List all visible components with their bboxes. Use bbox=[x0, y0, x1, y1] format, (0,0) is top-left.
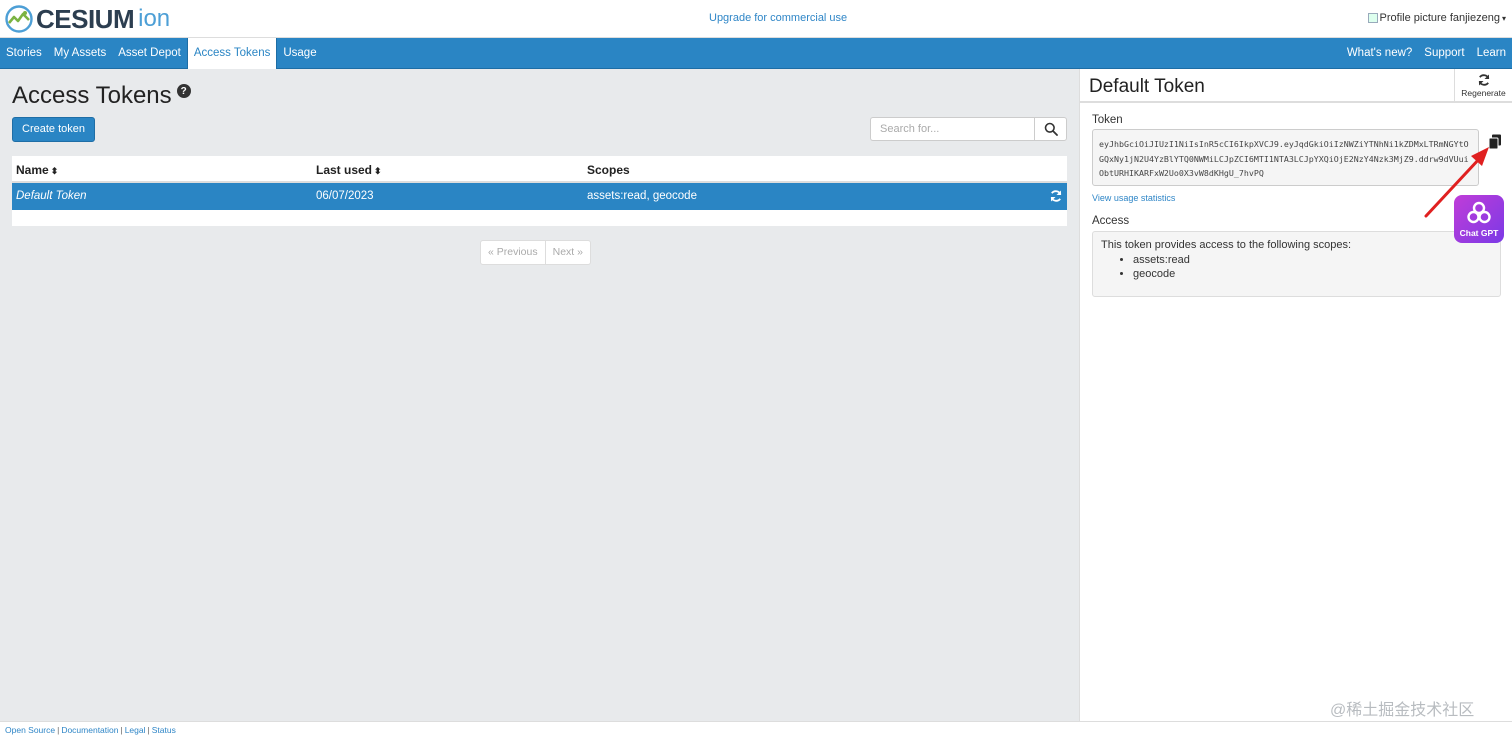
next-page-button[interactable]: Next » bbox=[545, 240, 591, 265]
column-header-scopes: Scopes bbox=[587, 163, 630, 177]
footer-separator: | bbox=[147, 725, 150, 735]
token-value-field[interactable]: eyJhbGciOiJIUzI1NiIsInR5cCI6IkpXVCJ9.eyJ… bbox=[1092, 129, 1479, 186]
cesium-ion-logo[interactable]: CESIUM ion bbox=[5, 5, 170, 33]
search-button[interactable] bbox=[1034, 117, 1067, 141]
refresh-icon[interactable] bbox=[1049, 189, 1063, 203]
token-label: Token bbox=[1092, 114, 1123, 126]
list-item: geocode bbox=[1133, 267, 1492, 281]
nav-item-asset-depot[interactable]: Asset Depot bbox=[112, 38, 187, 69]
token-detail-panel: Default Token Regenerate Token eyJhbGciO… bbox=[1079, 69, 1512, 721]
chatgpt-logo-icon bbox=[1467, 201, 1491, 224]
profile-name: Profile picture fanjiezeng bbox=[1379, 12, 1500, 24]
page-title-text: Access Tokens bbox=[12, 82, 172, 109]
nav-item-learn[interactable]: Learn bbox=[1471, 38, 1512, 69]
nav-item-my-assets[interactable]: My Assets bbox=[48, 38, 112, 69]
column-header-last-used[interactable]: Last used ⬍ bbox=[316, 163, 382, 177]
search-input[interactable] bbox=[870, 117, 1034, 141]
nav-item-usage[interactable]: Usage bbox=[277, 38, 322, 69]
footer: Open Source | Documentation | Legal | St… bbox=[0, 721, 1512, 738]
table-header: Name ⬍ Last used ⬍ Scopes bbox=[12, 156, 1067, 183]
nav-item-whats-new[interactable]: What's new? bbox=[1341, 38, 1418, 69]
search-icon bbox=[1044, 122, 1058, 136]
watermark: @稀土掘金技术社区 bbox=[1330, 702, 1475, 719]
access-scopes-box: This token provides access to the follow… bbox=[1092, 231, 1501, 297]
upgrade-link[interactable]: Upgrade for commercial use bbox=[709, 12, 847, 24]
pagination: « Previous Next » bbox=[480, 240, 591, 265]
panel-divider bbox=[1080, 101, 1512, 103]
footer-separator: | bbox=[120, 725, 123, 735]
column-header-label: Last used bbox=[316, 163, 373, 177]
nav-item-support[interactable]: Support bbox=[1418, 38, 1470, 69]
last-used-cell: 06/07/2023 bbox=[316, 190, 374, 202]
view-usage-statistics-link[interactable]: View usage statistics bbox=[1092, 193, 1175, 203]
footer-link-legal[interactable]: Legal bbox=[125, 725, 146, 735]
access-intro: This token provides access to the follow… bbox=[1101, 239, 1352, 251]
main-nav: Stories My Assets Asset Depot Access Tok… bbox=[0, 38, 1512, 69]
footer-link-open-source[interactable]: Open Source bbox=[5, 725, 55, 735]
regenerate-button[interactable]: Regenerate bbox=[1454, 69, 1512, 102]
token-name-cell: Default Token bbox=[16, 190, 87, 202]
copy-icon[interactable] bbox=[1488, 134, 1502, 150]
cesium-globe-icon bbox=[5, 5, 33, 33]
profile-menu[interactable]: Profile picture fanjiezeng ▾ bbox=[1367, 12, 1506, 24]
column-header-label: Name bbox=[16, 163, 49, 177]
panel-title: Default Token bbox=[1089, 76, 1205, 97]
column-header-name[interactable]: Name ⬍ bbox=[16, 163, 58, 177]
tokens-table: Name ⬍ Last used ⬍ Scopes Default Token 06… bbox=[12, 156, 1067, 226]
footer-separator: | bbox=[57, 725, 60, 735]
access-label: Access bbox=[1092, 215, 1130, 227]
top-header: CESIUM ion Upgrade for commercial use Pr… bbox=[0, 0, 1512, 38]
chatgpt-extension-button[interactable]: Chat GPT bbox=[1454, 195, 1504, 243]
regenerate-label: Regenerate bbox=[1461, 88, 1506, 98]
search-box bbox=[870, 117, 1067, 141]
main-content: Access Tokens ? Create token Name⬍ Last … bbox=[0, 69, 1079, 721]
create-token-button[interactable]: Create token bbox=[12, 117, 95, 142]
refresh-icon bbox=[1478, 74, 1489, 86]
scopes-cell: assets:read, geocode bbox=[587, 190, 697, 202]
profile-picture-icon bbox=[1367, 13, 1378, 23]
footer-link-status[interactable]: Status bbox=[152, 725, 176, 735]
list-item: assets:read bbox=[1133, 253, 1492, 267]
logo-text: CESIUM bbox=[36, 4, 135, 34]
footer-link-documentation[interactable]: Documentation bbox=[61, 725, 118, 735]
page-title: Access Tokens ? bbox=[12, 82, 191, 110]
chatgpt-label: Chat GPT bbox=[1459, 228, 1499, 238]
nav-item-access-tokens[interactable]: Access Tokens bbox=[186, 38, 278, 69]
sort-icon: ⬍ bbox=[50, 166, 59, 176]
table-row[interactable]: Default Token 06/07/2023 assets:read, ge… bbox=[12, 183, 1067, 210]
logo-suffix: ion bbox=[138, 5, 171, 32]
previous-page-button[interactable]: « Previous bbox=[480, 240, 546, 265]
scope-list: assets:read geocode bbox=[1133, 253, 1492, 281]
column-header-label: Scopes bbox=[587, 163, 630, 177]
nav-item-stories[interactable]: Stories bbox=[0, 38, 48, 69]
sort-icon: ⬍ bbox=[374, 166, 382, 176]
caret-down-icon: ▾ bbox=[1501, 13, 1506, 23]
help-icon[interactable]: ? bbox=[176, 84, 191, 98]
